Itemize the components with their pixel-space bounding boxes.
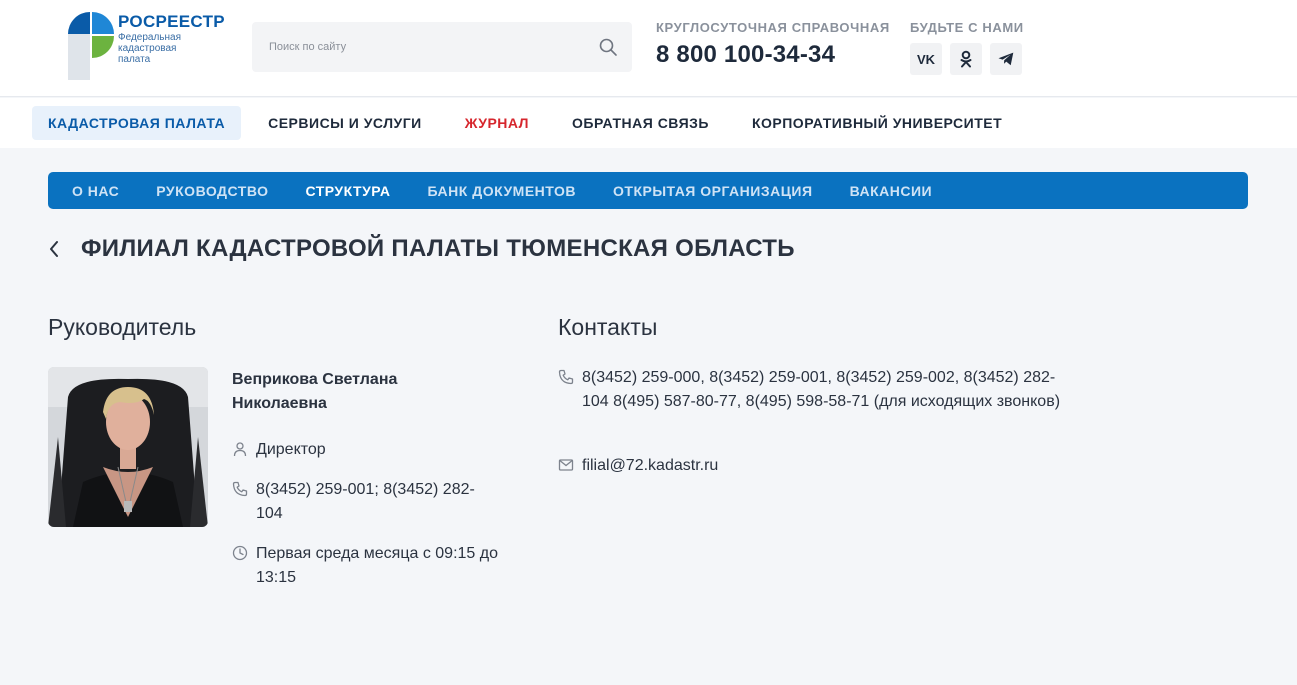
contacts-phone[interactable]: 8(3452) 259-000, 8(3452) 259-001, 8(3452… bbox=[582, 366, 1062, 414]
sub-nav-item-documents[interactable]: БАНК ДОКУМЕНТОВ bbox=[428, 183, 576, 199]
logo-subtitle: Федеральная кадастровая палата bbox=[118, 32, 182, 65]
hotline-label: КРУГЛОСУТОЧНАЯ СПРАВОЧНАЯ bbox=[656, 20, 890, 35]
back-button[interactable] bbox=[48, 234, 68, 264]
leader-name: Веприкова Светлана Николаевна bbox=[232, 371, 398, 412]
site-header: РОСРЕЕСТР Федеральная кадастровая палата… bbox=[0, 0, 1297, 97]
leader-hours-row: Первая среда месяца с 09:15 до 13:15 bbox=[232, 542, 501, 590]
page-title-row: ФИЛИАЛ КАДАСТРОВОЙ ПАЛАТЫ ТЮМЕНСКАЯ ОБЛА… bbox=[48, 234, 795, 264]
logo[interactable]: РОСРЕЕСТР Федеральная кадастровая палата bbox=[68, 12, 225, 80]
social-icons: VK bbox=[910, 43, 1024, 75]
telegram-icon[interactable] bbox=[990, 43, 1022, 75]
contacts-phone-row: 8(3452) 259-000, 8(3452) 259-001, 8(3452… bbox=[558, 366, 1062, 414]
sub-nav-item-management[interactable]: РУКОВОДСТВО bbox=[156, 183, 268, 199]
sub-nav-item-about[interactable]: О НАС bbox=[72, 183, 119, 199]
sub-nav: О НАС РУКОВОДСТВО СТРУКТУРА БАНК ДОКУМЕН… bbox=[48, 172, 1248, 209]
main-nav-item-feedback[interactable]: ОБРАТНАЯ СВЯЗЬ bbox=[556, 106, 725, 140]
search-box bbox=[252, 22, 632, 72]
phone-icon bbox=[232, 481, 248, 497]
vk-icon[interactable]: VK bbox=[910, 43, 942, 75]
leader-section-title: Руководитель bbox=[48, 314, 197, 340]
chevron-left-icon bbox=[50, 241, 58, 257]
main-nav-item-services[interactable]: СЕРВИСЫ И УСЛУГИ bbox=[252, 106, 438, 140]
leader-position: Директор bbox=[256, 441, 326, 458]
leader-position-row: Директор bbox=[232, 438, 476, 462]
phone-icon bbox=[558, 369, 574, 385]
hotline: КРУГЛОСУТОЧНАЯ СПРАВОЧНАЯ 8 800 100-34-3… bbox=[656, 20, 890, 69]
user-icon bbox=[233, 442, 247, 457]
search-icon[interactable] bbox=[598, 37, 618, 57]
sub-nav-item-vacancies[interactable]: ВАКАНСИИ bbox=[850, 183, 933, 199]
search-input[interactable] bbox=[252, 22, 572, 72]
contacts-email-row: filial@72.kadastr.ru bbox=[558, 454, 882, 478]
hotline-phone[interactable]: 8 800 100-34-34 bbox=[656, 41, 890, 69]
odnoklassniki-icon[interactable] bbox=[950, 43, 982, 75]
rosreestr-logo-icon bbox=[68, 12, 114, 80]
leader-phone-row: 8(3452) 259-001; 8(3452) 282-104 bbox=[232, 478, 496, 526]
leader-hours: Первая среда месяца с 09:15 до 13:15 bbox=[256, 545, 498, 586]
clock-icon bbox=[232, 545, 248, 561]
contacts-email[interactable]: filial@72.kadastr.ru bbox=[582, 454, 882, 478]
telegram-glyph bbox=[998, 52, 1014, 66]
odnoklassniki-glyph bbox=[960, 50, 972, 68]
main-nav-item-cadastral-chamber[interactable]: КАДАСТРОВАЯ ПАЛАТА bbox=[32, 106, 242, 140]
portrait-image bbox=[48, 367, 208, 527]
main-nav-item-journal[interactable]: ЖУРНАЛ bbox=[449, 106, 545, 140]
social-block: БУДЬТЕ С НАМИ VK bbox=[910, 20, 1024, 75]
logo-title: РОСРЕЕСТР bbox=[118, 12, 225, 31]
sub-nav-item-open-organization[interactable]: ОТКРЫТАЯ ОРГАНИЗАЦИЯ bbox=[613, 183, 813, 199]
main-nav-items: КАДАСТРОВАЯ ПАЛАТА СЕРВИСЫ И УСЛУГИ ЖУРН… bbox=[32, 106, 1029, 140]
page-title: ФИЛИАЛ КАДАСТРОВОЙ ПАЛАТЫ ТЮМЕНСКАЯ ОБЛА… bbox=[81, 235, 795, 262]
social-label: БУДЬТЕ С НАМИ bbox=[910, 20, 1024, 35]
leader-phone[interactable]: 8(3452) 259-001; 8(3452) 282-104 bbox=[256, 478, 496, 526]
main-nav-item-university[interactable]: КОРПОРАТИВНЫЙ УНИВЕРСИТЕТ bbox=[736, 106, 1018, 140]
contacts-section-title: Контакты bbox=[558, 314, 658, 340]
logo-text: РОСРЕЕСТР Федеральная кадастровая палата bbox=[118, 12, 225, 65]
vk-glyph: VK bbox=[916, 51, 936, 67]
mail-icon bbox=[558, 459, 574, 471]
sub-nav-item-structure[interactable]: СТРУКТУРА bbox=[305, 183, 390, 199]
main-nav: КАДАСТРОВАЯ ПАЛАТА СЕРВИСЫ И УСЛУГИ ЖУРН… bbox=[0, 98, 1297, 148]
leader-photo bbox=[48, 367, 208, 527]
